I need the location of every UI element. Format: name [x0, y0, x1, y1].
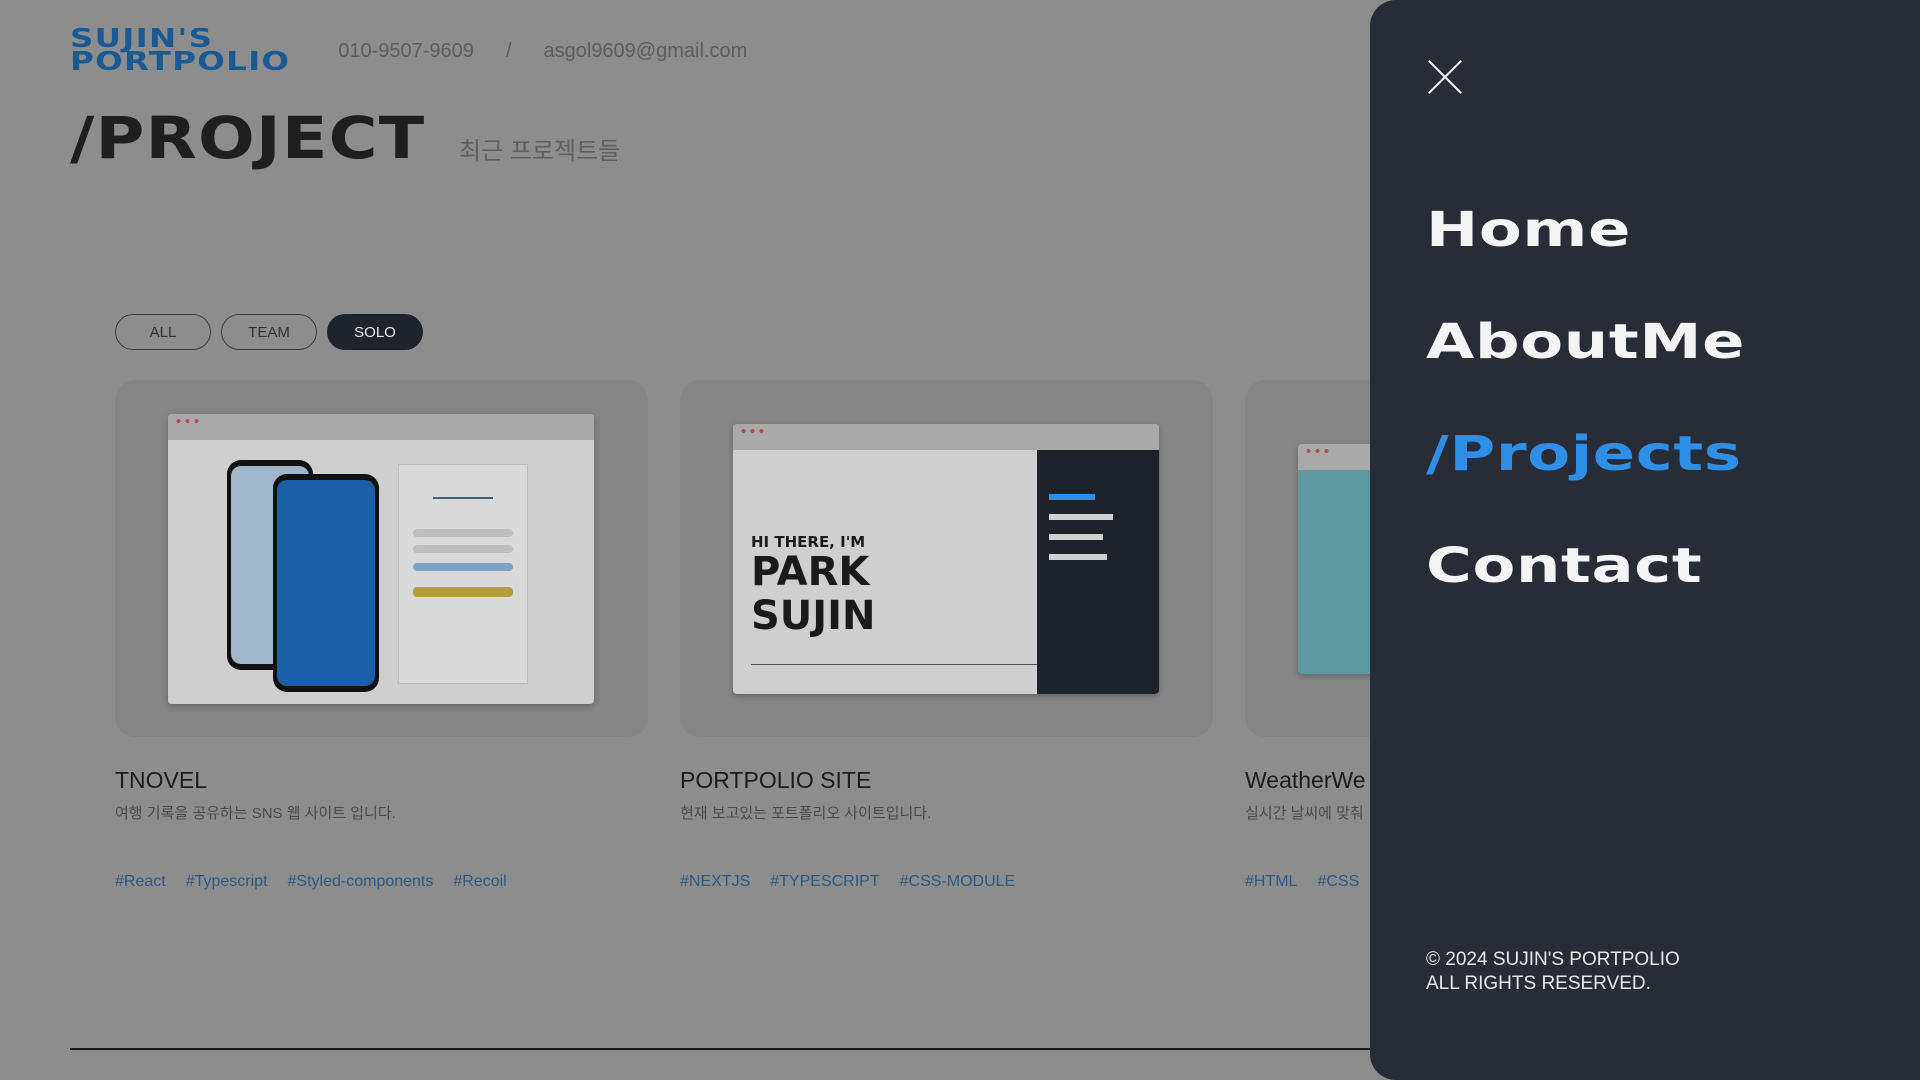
project-card-tnovel[interactable]: TNOVEL 여행 기록을 공유하는 SNS 웹 사이트 입니다. #React…	[115, 380, 648, 891]
drawer-preview	[1037, 450, 1159, 694]
tag: #React	[115, 873, 166, 890]
project-description: 현재 보고있는 포트폴리오 사이트입니다.	[680, 805, 932, 822]
page-title: /PROJECT	[70, 104, 426, 172]
drawer-footer: © 2024 SUJIN'S PORTPOLIO ALL RIGHTS RESE…	[1426, 948, 1680, 996]
project-thumbnail	[115, 380, 648, 737]
filter-solo-button[interactable]: SOLO	[327, 314, 423, 350]
project-tags: #React #Typescript #Styled-components #R…	[115, 873, 648, 891]
tag: #NEXTJS	[680, 873, 751, 890]
page-subtitle: 최근 프로젝트들	[459, 138, 621, 165]
project-card-portpolio-site[interactable]: HI THERE, I'M PARK SUJIN PORTPOLIO SITE …	[680, 380, 1213, 891]
browser-mockup: HI THERE, I'M PARK SUJIN	[733, 424, 1159, 694]
filter-team-button[interactable]: TEAM	[221, 314, 317, 350]
divider	[70, 1048, 1370, 1050]
project-title: PORTPOLIO SITE	[680, 767, 872, 793]
contact-info: 010-9507-9609 / asgol9609@gmail.com	[338, 40, 747, 63]
tag: #HTML	[1245, 873, 1298, 890]
tag: #CSS	[1317, 873, 1360, 890]
contact-separator: /	[505, 39, 512, 62]
tag: #Recoil	[453, 873, 507, 890]
title-row: /PROJECT 최근 프로젝트들	[70, 104, 620, 172]
nav-drawer: Home AboutMe /Projects Contact © 2024 SU…	[1370, 0, 1920, 1080]
project-thumbnail: HI THERE, I'M PARK SUJIN	[680, 380, 1213, 737]
close-icon[interactable]	[1426, 58, 1464, 96]
copyright-line: © 2024 SUJIN'S PORTPOLIO	[1426, 949, 1680, 970]
project-tags: #NEXTJS #TYPESCRIPT #CSS-MODULE	[680, 873, 1213, 891]
phone-mockup-front	[273, 474, 379, 692]
nav-item-home[interactable]: Home	[1426, 198, 1745, 310]
tag: #Styled-components	[287, 873, 434, 890]
project-filters: ALL TEAM SOLO	[115, 314, 423, 350]
phone-number: 010-9507-9609	[338, 39, 474, 62]
logo-line-2: PORTPOLIO	[70, 47, 291, 78]
header: SUJIN'S PORTPOLIO 010-9507-9609 / asgol9…	[70, 26, 747, 78]
tag: #CSS-MODULE	[899, 873, 1016, 890]
email-address: asgol9609@gmail.com	[543, 39, 748, 62]
login-form-preview	[398, 464, 528, 684]
hero-preview-text: HI THERE, I'M PARK SUJIN	[751, 533, 876, 639]
nav-item-projects[interactable]: /Projects	[1426, 422, 1745, 534]
tag: #TYPESCRIPT	[770, 873, 880, 890]
project-title: TNOVEL	[115, 767, 208, 793]
nav-item-aboutme[interactable]: AboutMe	[1426, 310, 1745, 422]
tag: #Typescript	[185, 873, 268, 890]
project-description: 여행 기록을 공유하는 SNS 웹 사이트 입니다.	[115, 805, 396, 822]
drawer-nav: Home AboutMe /Projects Contact	[1426, 198, 1744, 646]
filter-all-button[interactable]: ALL	[115, 314, 211, 350]
logo[interactable]: SUJIN'S PORTPOLIO	[70, 26, 291, 78]
nav-item-contact[interactable]: Contact	[1426, 534, 1745, 646]
rights-line: ALL RIGHTS RESERVED.	[1426, 973, 1651, 994]
